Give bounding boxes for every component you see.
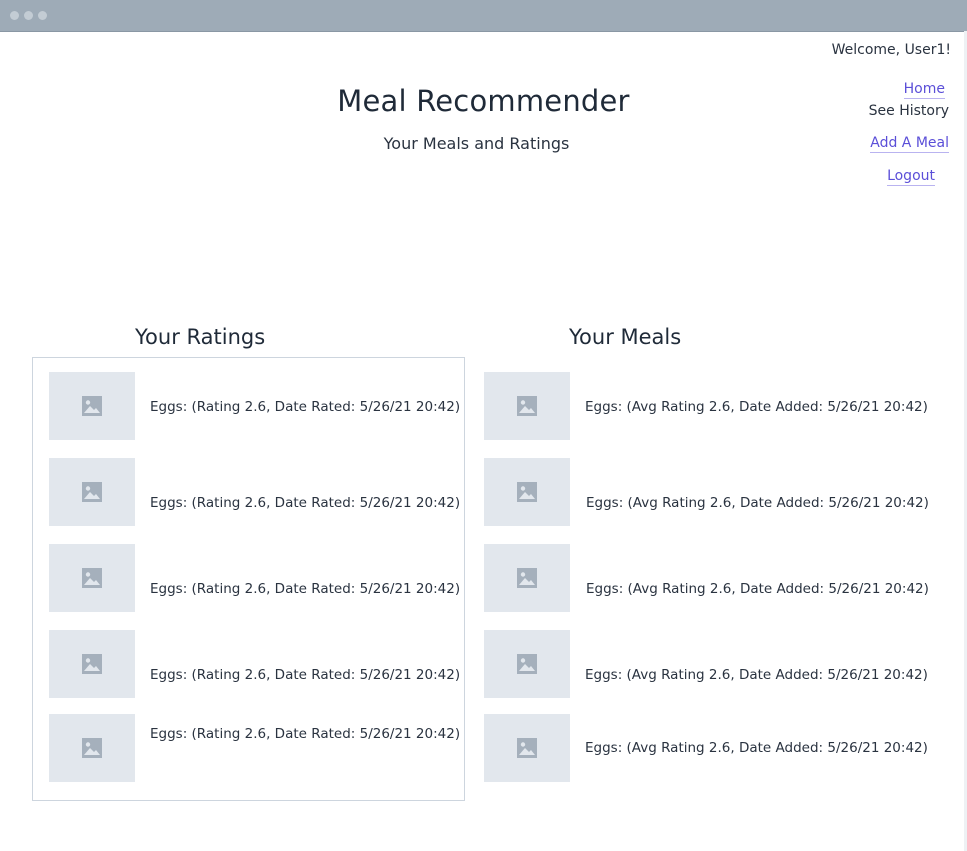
ratings-heading: Your Ratings xyxy=(135,325,266,349)
image-placeholder-icon xyxy=(517,654,537,674)
rating-item-text: Eggs: (Rating 2.6, Date Rated: 5/26/21 2… xyxy=(150,495,461,511)
meal-thumbnail xyxy=(484,630,570,698)
rating-list-item[interactable]: Eggs: (Rating 2.6, Date Rated: 5/26/21 2… xyxy=(49,372,469,440)
meal-thumbnail xyxy=(49,372,135,440)
image-placeholder-icon xyxy=(517,568,537,588)
rating-item-text: Eggs: (Rating 2.6, Date Rated: 5/26/21 2… xyxy=(150,726,461,742)
meal-item-text: Eggs: (Avg Rating 2.6, Date Added: 5/26/… xyxy=(586,495,929,511)
browser-window: Welcome, User1! Home See History Add A M… xyxy=(0,0,967,851)
image-placeholder-icon xyxy=(517,738,537,758)
image-placeholder-icon xyxy=(517,482,537,502)
meal-item-text: Eggs: (Avg Rating 2.6, Date Added: 5/26/… xyxy=(585,399,928,415)
meal-thumbnail xyxy=(484,714,570,782)
meal-list-item[interactable]: Eggs: (Avg Rating 2.6, Date Added: 5/26/… xyxy=(484,458,954,526)
page-title-text: Meal Recommender xyxy=(337,84,630,118)
image-placeholder-icon xyxy=(82,738,102,758)
rating-list-item[interactable]: Eggs: (Rating 2.6, Date Rated: 5/26/21 2… xyxy=(49,630,469,698)
nav-logout-link[interactable]: Logout xyxy=(887,167,935,186)
rating-item-text: Eggs: (Rating 2.6, Date Rated: 5/26/21 2… xyxy=(150,581,461,597)
meal-list-item[interactable]: Eggs: (Avg Rating 2.6, Date Added: 5/26/… xyxy=(484,630,954,698)
meal-item-text: Eggs: (Avg Rating 2.6, Date Added: 5/26/… xyxy=(586,581,929,597)
meal-item-text: Eggs: (Avg Rating 2.6, Date Added: 5/26/… xyxy=(585,667,928,683)
meal-thumbnail xyxy=(49,714,135,782)
meal-list-item[interactable]: Eggs: (Avg Rating 2.6, Date Added: 5/26/… xyxy=(484,372,954,440)
rating-list-item[interactable]: Eggs: (Rating 2.6, Date Rated: 5/26/21 2… xyxy=(49,544,469,612)
meals-heading: Your Meals xyxy=(569,325,682,349)
image-placeholder-icon xyxy=(82,654,102,674)
image-placeholder-icon xyxy=(82,482,102,502)
meal-thumbnail xyxy=(49,544,135,612)
meal-thumbnail xyxy=(49,630,135,698)
rating-item-text: Eggs: (Rating 2.6, Date Rated: 5/26/21 2… xyxy=(150,399,461,415)
meal-list-item[interactable]: Eggs: (Avg Rating 2.6, Date Added: 5/26/… xyxy=(484,714,954,782)
meal-list-item[interactable]: Eggs: (Avg Rating 2.6, Date Added: 5/26/… xyxy=(484,544,954,612)
welcome-message: Welcome, User1! xyxy=(831,42,951,58)
rating-list-item[interactable]: Eggs: (Rating 2.6, Date Rated: 5/26/21 2… xyxy=(49,458,469,526)
window-maximize-dot[interactable] xyxy=(38,11,47,20)
page-subtitle: Your Meals and Ratings xyxy=(383,134,570,153)
meal-thumbnail xyxy=(484,372,570,440)
rating-list-item[interactable]: Eggs: (Rating 2.6, Date Rated: 5/26/21 2… xyxy=(49,714,469,782)
image-placeholder-icon xyxy=(82,396,102,416)
meal-thumbnail xyxy=(484,544,570,612)
rating-item-text: Eggs: (Rating 2.6, Date Rated: 5/26/21 2… xyxy=(150,667,461,683)
meal-thumbnail xyxy=(49,458,135,526)
meal-thumbnail xyxy=(484,458,570,526)
image-placeholder-icon xyxy=(517,396,537,416)
page-title: Meal Recommender xyxy=(0,84,967,118)
window-close-dot[interactable] xyxy=(10,11,19,20)
meal-item-text: Eggs: (Avg Rating 2.6, Date Added: 5/26/… xyxy=(585,740,928,756)
window-titlebar xyxy=(0,0,967,32)
image-placeholder-icon xyxy=(82,568,102,588)
window-minimize-dot[interactable] xyxy=(24,11,33,20)
